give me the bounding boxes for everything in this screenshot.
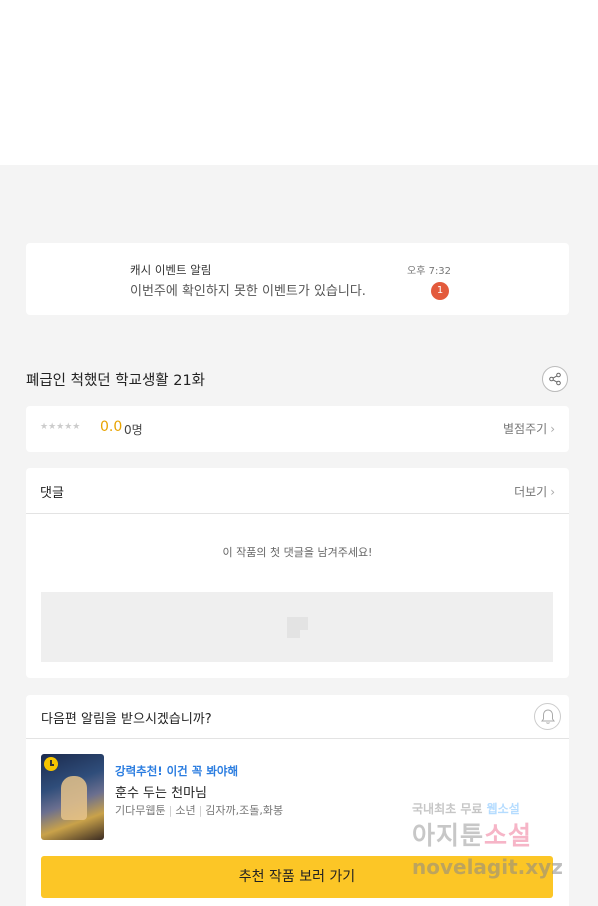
rating-stars: ★★★★★ [40, 422, 81, 432]
meta-category: 기다무웹툰 [115, 804, 166, 817]
comments-more-label: 더보기 [514, 485, 548, 499]
share-icon [549, 372, 561, 386]
next-episode-header: 다음편 알림을 받으시겠습니까? [26, 695, 569, 739]
meta-authors: 김자까,조돌,화봉 [205, 804, 284, 817]
comments-more-button[interactable]: 더보기 › [514, 483, 555, 500]
watermark-line1: 국내최초 무료 웹소설 [412, 802, 520, 816]
rating-card: ★★★★★ 0.0 0명 별점주기 › [26, 406, 569, 452]
thumbnail-figure [61, 776, 87, 820]
wait-free-clock-icon [44, 757, 58, 771]
notification-message: 이번주에 확인하지 못한 이벤트가 있습니다. [130, 284, 366, 299]
watermark-line3: novelagit.xyz [412, 855, 563, 879]
rating-score: 0.0 [100, 419, 123, 435]
next-episode-question: 다음편 알림을 받으시겠습니까? [41, 712, 212, 727]
cash-event-notification[interactable]: 캐시 이벤트 알림 이번주에 확인하지 못한 이벤트가 있습니다. 오후 7:3… [26, 243, 569, 315]
comments-empty-message: 이 작품의 첫 댓글을 남겨주세요! [222, 546, 373, 559]
notification-time: 오후 7:32 [407, 266, 452, 277]
rate-button-label: 별점주기 [503, 422, 548, 436]
rate-button[interactable]: 별점주기 › [503, 420, 555, 437]
ad-placeholder [41, 592, 553, 662]
share-button[interactable] [542, 366, 568, 392]
notification-badge: 1 [431, 282, 449, 300]
episode-title: 폐급인 척했던 학교생활 21화 [26, 373, 206, 389]
watermark-line2: 아지툰소설 [412, 821, 533, 850]
recommendation-title[interactable]: 훈수 두는 천마님 [115, 782, 207, 801]
recommendation-tag: 강력추천! 이건 꼭 봐야해 [115, 764, 239, 778]
rating-count: 0명 [124, 423, 143, 437]
site-watermark: 국내최초 무료 웹소설 아지툰소설 novelagit.xyz [410, 800, 580, 890]
comments-card: 댓글 더보기 › 이 작품의 첫 댓글을 남겨주세요! [26, 468, 569, 678]
comments-label: 댓글 [40, 486, 64, 501]
notification-title: 캐시 이벤트 알림 [130, 263, 212, 277]
chevron-right-icon: › [550, 485, 555, 499]
comments-header: 댓글 더보기 › [26, 468, 569, 514]
chevron-right-icon: › [550, 422, 555, 436]
meta-genre: 소년 [175, 804, 196, 817]
image-placeholder-icon [287, 617, 308, 638]
recommendation-meta: 기다무웹툰 | 소년 | 김자까,조돌,화봉 [115, 804, 284, 817]
recommendation-thumbnail[interactable] [41, 754, 104, 840]
bell-icon [541, 709, 555, 724]
notification-bell-button[interactable] [534, 703, 561, 730]
blank-top-area [0, 0, 598, 165]
